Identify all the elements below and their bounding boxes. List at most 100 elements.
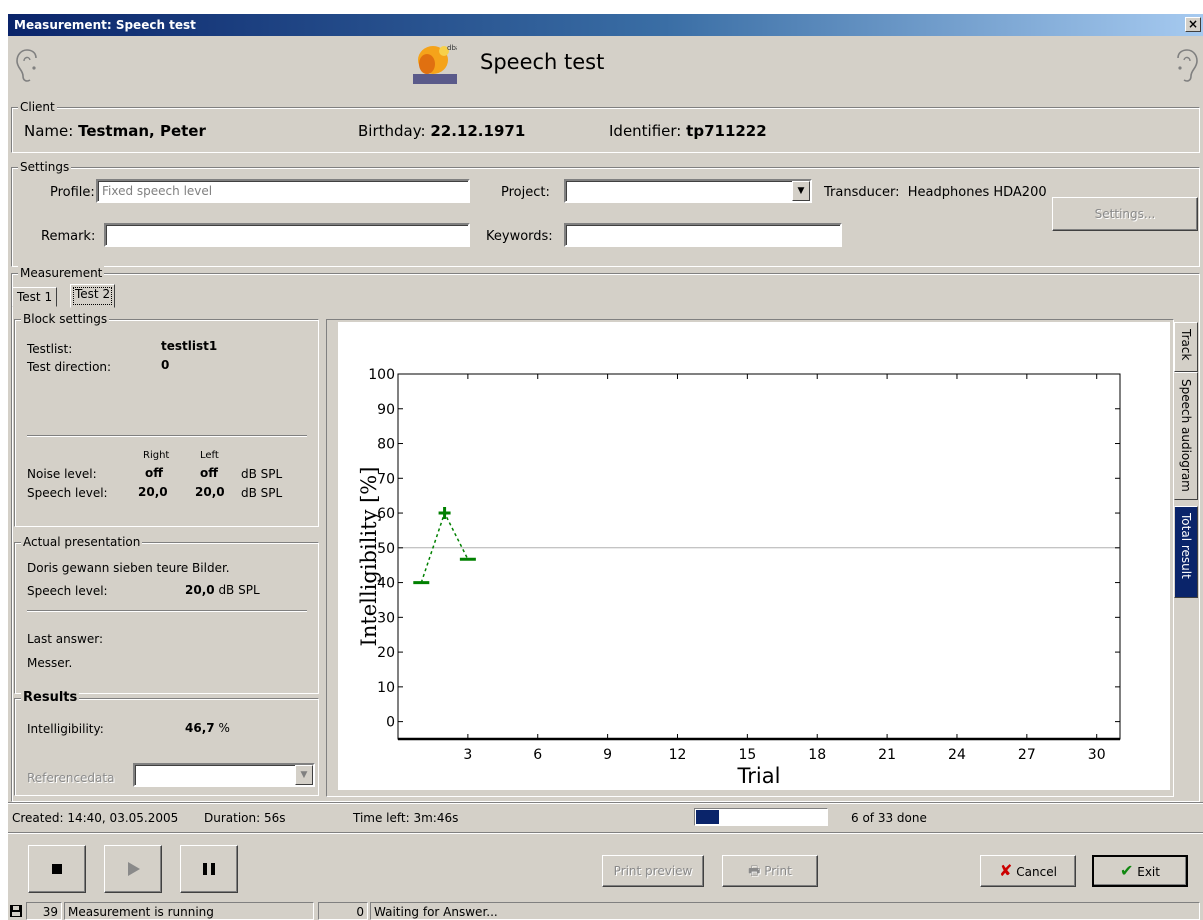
settings-button[interactable]: Settings... <box>1052 197 1198 231</box>
x-tick-label: 6 <box>533 747 542 763</box>
tab-speech-audiogram[interactable]: Speech audiogram <box>1174 372 1198 500</box>
x-axis-label: Trial <box>737 764 781 788</box>
referencedata-label: Referencedata <box>27 771 115 785</box>
speech-level-label: Speech level: <box>27 486 108 500</box>
y-tick-label: 100 <box>368 367 395 383</box>
play-icon <box>128 862 140 876</box>
actual-presentation-legend: Actual presentation <box>21 535 143 549</box>
actual-presentation-group: Actual presentation Doris gewann sieben … <box>14 535 319 694</box>
pause-icon <box>203 863 215 875</box>
tab-total-result[interactable]: Total result <box>1174 506 1198 598</box>
project-dropdown-button[interactable]: ▼ <box>792 181 810 201</box>
exit-button[interactable]: ✔ Exit <box>1092 855 1188 887</box>
x-tick-label: 9 <box>603 747 612 763</box>
print-preview-button[interactable]: Print preview <box>602 855 704 887</box>
stop-button[interactable] <box>28 845 86 893</box>
cancel-button[interactable]: ✘ Cancel <box>980 855 1076 887</box>
progress-bar: 18 % <box>694 808 828 826</box>
profile-label: Profile: <box>50 185 95 200</box>
last-answer-value: Messer. <box>27 656 73 670</box>
keywords-input[interactable] <box>564 223 842 247</box>
x-tick-label: 3 <box>463 747 472 763</box>
actual-divider <box>27 610 307 612</box>
app-title: Speech test <box>480 50 605 74</box>
intelligibility-label: Intelligibility: <box>27 722 104 736</box>
window-title: Measurement: Speech test <box>14 18 196 32</box>
settings-group: Settings Profile: Fixed speech level Pro… <box>11 160 1200 267</box>
printer-icon: 🖶 <box>748 864 761 879</box>
x-tick-label: 15 <box>738 747 756 763</box>
x-tick-label: 24 <box>948 747 966 763</box>
speech-test-logo-icon: dba <box>413 44 457 84</box>
intelligibility-result: 46,7 % <box>185 721 230 735</box>
control-bar: Print preview 🖶 Print ✘ Cancel ✔ Exit <box>8 832 1203 900</box>
test-direction-label: Test direction: <box>27 360 112 374</box>
svg-text:dba: dba <box>447 44 457 52</box>
profile-input[interactable]: Fixed speech level <box>96 179 470 203</box>
left-ear-icon <box>16 49 37 82</box>
actual-speech-level-label: Speech level: <box>27 584 108 598</box>
y-tick-label: 10 <box>377 680 395 696</box>
left-column-header: Left <box>200 450 219 461</box>
client-group: Client Name: Testman, Peter Birthday: 22… <box>11 100 1200 153</box>
tab-track[interactable]: Track <box>1174 322 1198 372</box>
noise-right-value: off <box>145 466 163 480</box>
y-tick-label: 0 <box>386 715 395 731</box>
pause-button[interactable] <box>180 845 238 893</box>
block-settings-legend: Block settings <box>21 312 110 326</box>
y-tick-label: 20 <box>377 645 395 661</box>
measurement-window: Measurement: Speech test × dba Speech te… <box>8 14 1203 920</box>
client-identifier: Identifier: tp711222 <box>609 122 767 140</box>
status-message: Measurement is running <box>64 902 314 920</box>
project-select[interactable]: ▼ <box>564 179 812 203</box>
x-tick-label: 27 <box>1018 747 1036 763</box>
noise-left-value: off <box>200 466 218 480</box>
chart-background <box>338 322 1170 790</box>
project-label: Project: <box>501 185 550 200</box>
y-tick-label: 80 <box>377 437 395 453</box>
client-legend: Client <box>18 100 57 114</box>
presented-sentence: Doris gewann sieben teure Bilder. <box>27 561 230 575</box>
cancel-x-icon: ✘ <box>999 861 1013 880</box>
status-message-2: Waiting for Answer... <box>370 902 1200 920</box>
x-tick-label: 21 <box>878 747 896 763</box>
testlist-label: Testlist: <box>27 342 73 356</box>
block-settings-group: Block settings Testlist: testlist1 Test … <box>14 312 319 527</box>
right-ear-icon <box>1177 49 1198 82</box>
settings-legend: Settings <box>18 160 72 174</box>
right-column-header: Right <box>143 450 170 461</box>
speech-right-value: 20,0 <box>138 485 168 499</box>
last-answer-label: Last answer: <box>27 632 103 646</box>
done-text: 6 of 33 done <box>851 811 927 825</box>
y-axis-label: Intelligibility [%] <box>357 467 381 647</box>
play-button[interactable] <box>104 845 162 893</box>
referencedata-dropdown-button[interactable]: ▼ <box>295 765 313 785</box>
x-tick-label: 12 <box>669 747 687 763</box>
speech-left-value: 20,0 <box>195 485 225 499</box>
measurement-legend: Measurement <box>18 266 105 280</box>
status-bar: 39 Measurement is running 0 Waiting for … <box>8 900 1203 920</box>
results-group: Results Intelligibility: 46,7 % Referenc… <box>14 691 319 796</box>
status-count: 39 <box>26 902 62 920</box>
x-tick-label: 30 <box>1088 747 1106 763</box>
info-bar: Created: 14:40, 03.05.2005 Duration: 56s… <box>8 802 1203 832</box>
speech-unit: dB SPL <box>241 486 283 500</box>
remark-input[interactable] <box>104 223 470 247</box>
tab-test-2[interactable]: Test 2 <box>70 284 116 308</box>
close-button[interactable]: × <box>1185 17 1201 32</box>
track-chart: 01020304050607080901003 6 9 12 15 18 21 24 27 30T… <box>338 322 1170 790</box>
transducer-info: Transducer: Headphones HDA200 <box>824 185 1047 200</box>
block-divider <box>27 435 307 437</box>
test-direction-value: 0 <box>161 358 170 372</box>
checkmark-icon: ✔ <box>1120 861 1134 880</box>
noise-unit: dB SPL <box>241 467 283 481</box>
duration-text: Duration: 56s <box>204 811 286 825</box>
client-name: Name: Testman, Peter <box>24 122 206 140</box>
x-tick-label: 18 <box>808 747 826 763</box>
app-header: dba Speech test <box>8 36 1203 92</box>
disk-icon <box>10 905 22 917</box>
title-bar[interactable]: Measurement: Speech test × <box>8 14 1203 36</box>
referencedata-select[interactable]: ▼ <box>133 763 315 787</box>
tab-test-1[interactable]: Test 1 <box>12 287 58 307</box>
print-button[interactable]: 🖶 Print <box>722 855 818 887</box>
